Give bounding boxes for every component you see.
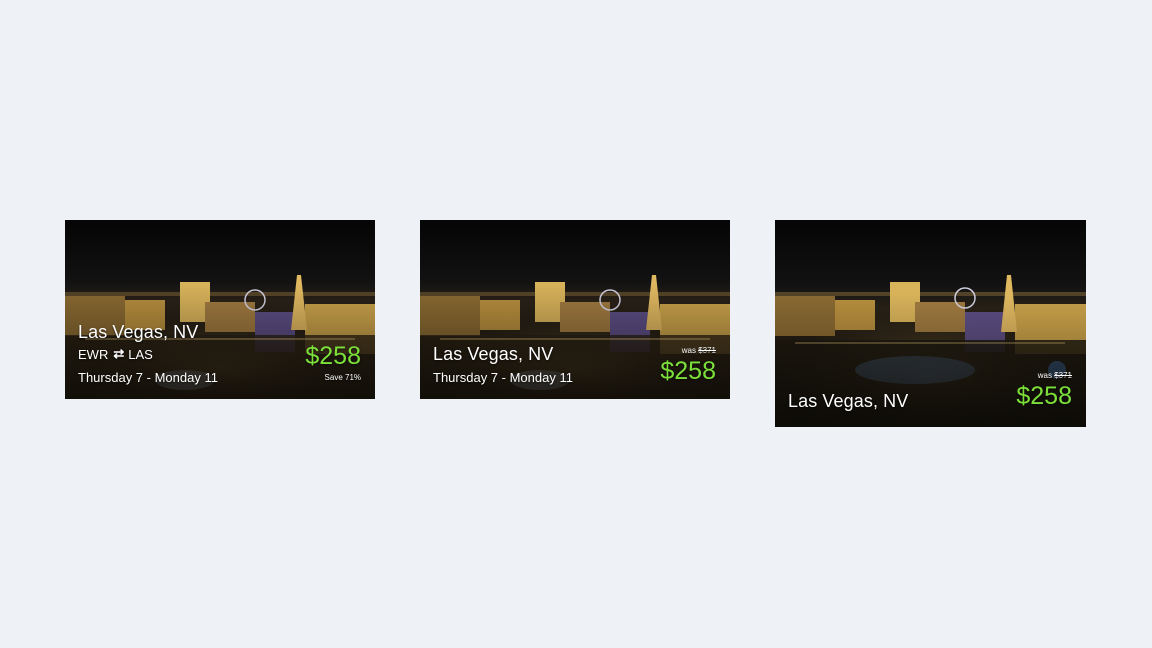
was-price: $371 — [698, 346, 716, 355]
deal-price: $258 — [1016, 382, 1072, 410]
deal-cards-canvas: Las Vegas, NV EWR ⇄ LAS Thursday 7 - Mon… — [0, 0, 1152, 648]
destination-city: Las Vegas, NV — [433, 344, 554, 364]
was-label: was — [1037, 371, 1052, 380]
travel-dates: Thursday 7 - Monday 11 — [433, 370, 573, 385]
deal-card-las-vegas-1[interactable]: Las Vegas, NV EWR ⇄ LAS Thursday 7 - Mon… — [65, 220, 375, 399]
deal-price: $258 — [660, 357, 716, 385]
deal-card-las-vegas-3[interactable]: Las Vegas, NV was $371 $258 — [775, 220, 1086, 427]
savings-badge: Save 71% — [324, 373, 361, 382]
was-price: $371 — [1054, 371, 1072, 380]
destination-city: Las Vegas, NV — [78, 322, 199, 342]
destination-airport: LAS — [128, 346, 153, 362]
original-price: was $371 — [1038, 371, 1072, 380]
destination-city: Las Vegas, NV — [788, 391, 909, 411]
deal-price: $258 — [305, 342, 361, 370]
origin-airport: EWR — [78, 346, 109, 362]
roundtrip-arrows-icon: ⇄ — [113, 346, 124, 361]
flight-route: EWR ⇄ LAS — [78, 346, 153, 362]
deal-card-las-vegas-2[interactable]: Las Vegas, NV Thursday 7 - Monday 11 was… — [420, 220, 730, 399]
travel-dates: Thursday 7 - Monday 11 — [78, 370, 218, 385]
was-label: was — [681, 346, 696, 355]
original-price: was $371 — [682, 346, 716, 355]
